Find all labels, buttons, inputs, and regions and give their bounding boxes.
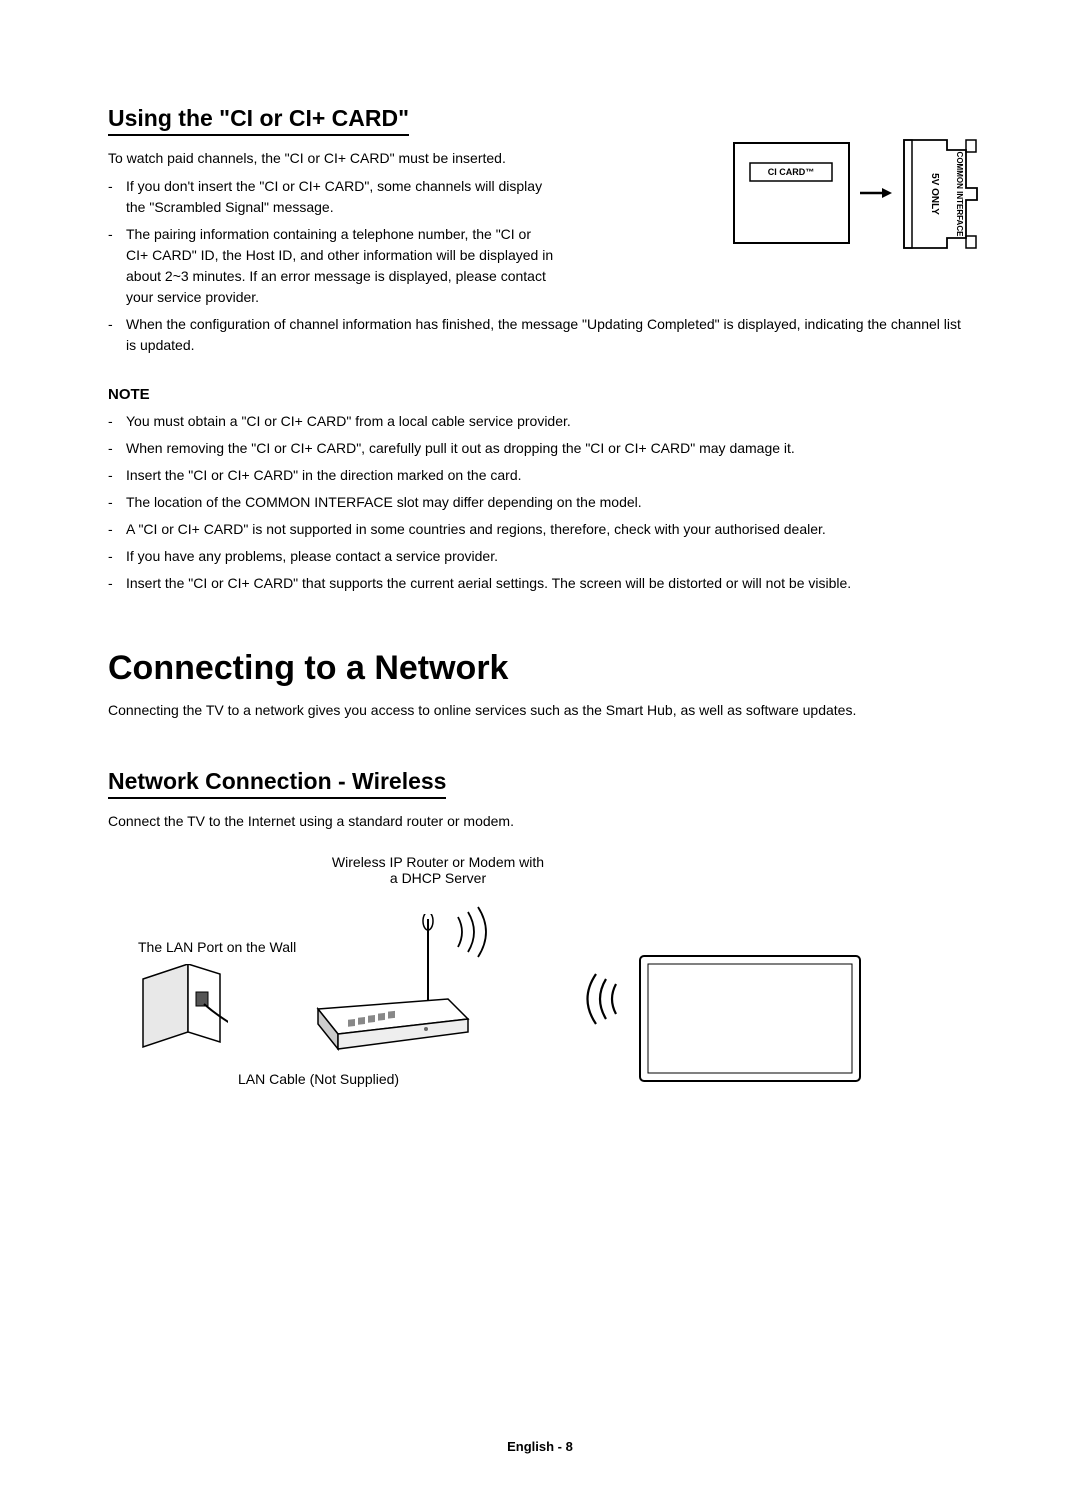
lan-cable-label: LAN Cable (Not Supplied) <box>238 1071 399 1087</box>
note-bullet-item: If you have any problems, please contact… <box>126 546 972 567</box>
network-title: Connecting to a Network <box>108 649 972 688</box>
wifi-signal-in-icon <box>571 964 631 1034</box>
page-footer: English - 8 <box>0 1439 1080 1454</box>
network-diagram: Wireless IP Router or Modem with a DHCP … <box>108 854 972 1104</box>
wireless-section: Network Connection - Wireless Connect th… <box>108 728 972 1104</box>
wireless-intro: Connect the TV to the Internet using a s… <box>108 813 972 829</box>
tv-icon <box>638 954 868 1094</box>
ci-card-label: CI CARD™ <box>768 167 815 177</box>
ci-card-diagram: CI CARD™ 5V ONLY COMMON INTERFACE <box>732 138 992 258</box>
lan-port-label: The LAN Port on the Wall <box>138 939 296 955</box>
note-bullet-item: A "CI or CI+ CARD" is not supported in s… <box>126 519 972 540</box>
wireless-title: Network Connection - Wireless <box>108 768 446 799</box>
note-heading: NOTE <box>108 386 972 403</box>
note-bullet-item: The location of the COMMON INTERFACE slo… <box>126 492 972 513</box>
note-bullet-item: Insert the "CI or CI+ CARD" in the direc… <box>126 465 972 486</box>
note-bullet-item: When removing the "CI or CI+ CARD", care… <box>126 438 972 459</box>
note-bullet-item: You must obtain a "CI or CI+ CARD" from … <box>126 411 972 432</box>
five-volt-label: 5V ONLY <box>929 173 940 215</box>
network-section: Connecting to a Network Connecting the T… <box>108 649 972 718</box>
note-bullets: You must obtain a "CI or CI+ CARD" from … <box>108 411 972 594</box>
wall-port-icon <box>138 964 228 1059</box>
ci-bullet-item: If you don't insert the "CI or CI+ CARD"… <box>126 176 556 218</box>
ci-bullet-item: When the configuration of channel inform… <box>126 314 972 356</box>
common-interface-label: COMMON INTERFACE <box>955 152 964 238</box>
ci-bullet-item: The pairing information containing a tel… <box>126 224 556 308</box>
network-intro: Connecting the TV to a network gives you… <box>108 702 972 718</box>
router-label: Wireless IP Router or Modem with a DHCP … <box>318 854 558 886</box>
note-bullet-item: Insert the "CI or CI+ CARD" that support… <box>126 573 972 594</box>
ci-title: Using the "CI or CI+ CARD" <box>108 105 409 136</box>
wifi-signal-out-icon <box>448 902 508 962</box>
